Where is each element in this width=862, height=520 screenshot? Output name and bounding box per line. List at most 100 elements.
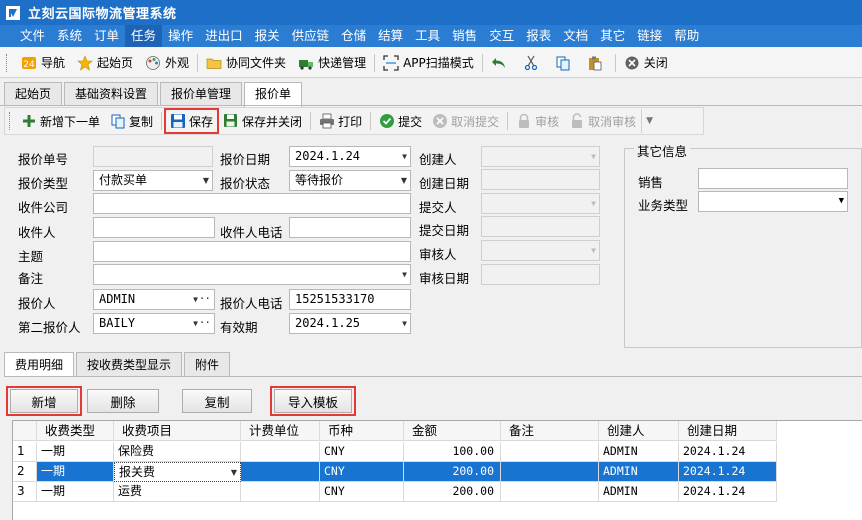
cell-remark[interactable] bbox=[501, 482, 599, 502]
cell-currency[interactable]: CNY bbox=[320, 442, 404, 462]
tab-by-fee-type[interactable]: 按收费类型显示 bbox=[76, 352, 183, 377]
menu-task[interactable]: 任务 bbox=[125, 25, 163, 47]
save-button[interactable]: 保存 bbox=[164, 108, 220, 134]
tab-home[interactable]: 起始页 bbox=[4, 82, 63, 106]
menu-file[interactable]: 文件 bbox=[14, 25, 51, 47]
tab-basic-settings[interactable]: 基础资料设置 bbox=[64, 82, 159, 106]
cell-create-date[interactable]: 2024.1.24 bbox=[679, 462, 777, 482]
quote-date-picker[interactable]: 2024.1.24 ▼ bbox=[289, 146, 411, 167]
quote-no-field[interactable] bbox=[93, 146, 213, 167]
nav-button[interactable]: 24 导航 bbox=[15, 50, 71, 76]
menu-import-export[interactable]: 进出口 bbox=[199, 25, 249, 47]
menu-system[interactable]: 系统 bbox=[51, 25, 88, 47]
submitter-select[interactable]: ▼ bbox=[481, 193, 600, 214]
toolbar-overflow-button[interactable]: ▼ bbox=[641, 109, 657, 133]
chevron-down-icon[interactable]: ▼ bbox=[231, 463, 237, 481]
menu-order[interactable]: 订单 bbox=[88, 25, 125, 47]
menu-reports[interactable]: 报表 bbox=[520, 25, 557, 47]
review-button[interactable]: 审核 bbox=[511, 109, 564, 133]
menu-supply-chain[interactable]: 供应链 bbox=[286, 25, 336, 47]
menu-help[interactable]: 帮助 bbox=[668, 25, 705, 47]
more-icon[interactable]: ··· bbox=[193, 290, 211, 308]
second-quoter-select[interactable]: BAILY ▼ ··· bbox=[93, 313, 215, 334]
quoter-select[interactable]: ADMIN ▼ ··· bbox=[93, 289, 215, 310]
col-amount[interactable]: 金额 bbox=[404, 421, 501, 441]
cell-create-date[interactable]: 2024.1.24 bbox=[679, 482, 777, 502]
add-row-button[interactable]: 新增 bbox=[10, 389, 78, 413]
cell-unit[interactable] bbox=[241, 442, 320, 462]
menu-interaction[interactable]: 交互 bbox=[483, 25, 520, 47]
cell-creator[interactable]: ADMIN bbox=[599, 462, 679, 482]
delete-row-button[interactable]: 删除 bbox=[87, 389, 159, 413]
cell-amount[interactable]: 200.00 bbox=[404, 482, 501, 502]
chevron-down-icon[interactable]: ▼ bbox=[402, 147, 407, 166]
menu-other[interactable]: 其它 bbox=[594, 25, 631, 47]
print-button[interactable]: 打印 bbox=[314, 109, 367, 133]
toolbar-grip[interactable] bbox=[6, 53, 9, 72]
receiver-field[interactable] bbox=[93, 217, 215, 238]
menu-operation[interactable]: 操作 bbox=[162, 25, 199, 47]
table-row[interactable]: 1 一期 保险费 CNY 100.00 ADMIN 2024.1.24 bbox=[13, 442, 777, 462]
cell-currency[interactable]: CNY bbox=[320, 482, 404, 502]
col-remark[interactable]: 备注 bbox=[501, 421, 599, 441]
cell-fee-item[interactable]: 保险费 bbox=[114, 442, 241, 462]
copy-toolbar-button[interactable] bbox=[549, 50, 581, 76]
tab-attachments[interactable]: 附件 bbox=[184, 352, 231, 377]
chevron-down-icon[interactable]: ▼ bbox=[402, 265, 407, 284]
toolbar-grip[interactable] bbox=[9, 112, 12, 130]
cell-create-date[interactable]: 2024.1.24 bbox=[679, 442, 777, 462]
save-close-button[interactable]: 保存并关闭 bbox=[218, 109, 307, 133]
menu-sales[interactable]: 销售 bbox=[446, 25, 483, 47]
submit-button[interactable]: 提交 bbox=[374, 109, 427, 133]
menu-settlement[interactable]: 结算 bbox=[372, 25, 409, 47]
menu-tools[interactable]: 工具 bbox=[409, 25, 446, 47]
import-template-button[interactable]: 导入模板 bbox=[274, 389, 352, 413]
add-next-button[interactable]: 新增下一单 bbox=[16, 109, 105, 133]
sales-field[interactable] bbox=[698, 168, 848, 189]
quoter-phone-field[interactable]: 15251533170 bbox=[289, 289, 411, 310]
cancel-submit-button[interactable]: 取消提交 bbox=[427, 109, 504, 133]
col-unit[interactable]: 计费单位 bbox=[241, 421, 320, 441]
cell-remark[interactable] bbox=[501, 462, 599, 482]
cell-unit[interactable] bbox=[241, 482, 320, 502]
chevron-down-icon[interactable]: ▼ bbox=[203, 171, 209, 190]
chevron-down-icon[interactable]: ▼ bbox=[402, 314, 407, 333]
cell-remark[interactable] bbox=[501, 442, 599, 462]
reviewer-select[interactable]: ▼ bbox=[481, 240, 600, 261]
col-fee-item[interactable]: 收费项目 bbox=[114, 421, 241, 441]
cell-amount[interactable]: 100.00 bbox=[404, 442, 501, 462]
cell-creator[interactable]: ADMIN bbox=[599, 442, 679, 462]
menu-warehouse[interactable]: 仓储 bbox=[335, 25, 372, 47]
more-icon[interactable]: ··· bbox=[193, 314, 211, 332]
tab-quote-management[interactable]: 报价单管理 bbox=[160, 82, 243, 106]
cell-amount[interactable]: 200.00 bbox=[404, 462, 501, 482]
table-row[interactable]: 3 一期 运费 CNY 200.00 ADMIN 2024.1.24 bbox=[13, 482, 777, 502]
col-create-date[interactable]: 创建日期 bbox=[679, 421, 777, 441]
col-currency[interactable]: 币种 bbox=[320, 421, 404, 441]
look-button[interactable]: 外观 bbox=[139, 50, 195, 76]
valid-until-picker[interactable]: 2024.1.25 ▼ bbox=[289, 313, 411, 334]
creator-select[interactable]: ▼ bbox=[481, 146, 600, 167]
close-tab-button[interactable]: 关闭 bbox=[618, 50, 674, 76]
col-creator[interactable]: 创建人 bbox=[599, 421, 679, 441]
copy-button[interactable]: 复制 bbox=[105, 109, 158, 133]
copy-row-button[interactable]: 复制 bbox=[182, 389, 252, 413]
col-fee-type[interactable]: 收费类型 bbox=[37, 421, 114, 441]
table-row[interactable]: 2 一期 报关费 ▼ CNY 200.00 ADMIN 2024.1.24 bbox=[13, 462, 777, 482]
create-date-field[interactable] bbox=[481, 169, 600, 190]
menu-links[interactable]: 链接 bbox=[631, 25, 668, 47]
menu-customs[interactable]: 报关 bbox=[249, 25, 286, 47]
biz-type-select[interactable]: ▼ bbox=[698, 191, 848, 212]
cell-currency[interactable]: CNY bbox=[320, 462, 404, 482]
tab-quote[interactable]: 报价单 bbox=[244, 82, 303, 107]
chevron-down-icon[interactable]: ▼ bbox=[401, 171, 407, 190]
remark-select[interactable]: ▼ bbox=[93, 264, 411, 285]
app-scan-button[interactable]: APP扫描模式 bbox=[377, 50, 480, 76]
receiver-phone-field[interactable] bbox=[289, 217, 411, 238]
cell-fee-item[interactable]: 运费 bbox=[114, 482, 241, 502]
tab-fee-details[interactable]: 费用明细 bbox=[4, 352, 75, 377]
chevron-down-icon[interactable]: ▼ bbox=[839, 192, 844, 211]
menu-documents[interactable]: 文档 bbox=[557, 25, 594, 47]
home-button[interactable]: 起始页 bbox=[71, 50, 139, 76]
cell-unit[interactable] bbox=[241, 462, 320, 482]
